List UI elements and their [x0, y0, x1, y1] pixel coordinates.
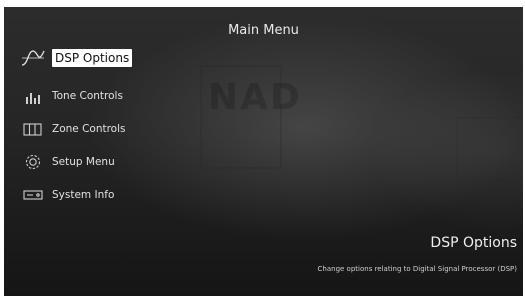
menu-item-setup-menu[interactable]: Setup Menu: [20, 149, 220, 175]
menu-item-label: Zone Controls: [52, 123, 126, 135]
watermark-frame-fragment: [456, 117, 523, 181]
page-title: Main Menu: [228, 23, 299, 38]
zones-icon: [20, 118, 46, 140]
selected-item-title: DSP Options: [430, 235, 517, 251]
nad-logo-text: NAD: [208, 77, 302, 118]
menu-item-system-info[interactable]: System Info: [20, 182, 220, 208]
gear-icon: [20, 151, 46, 173]
main-menu-screen: NAD Main Menu DSP Options Tone Controls …: [4, 7, 523, 296]
selected-item-description: Change options relating to Digital Signa…: [317, 265, 517, 273]
menu-item-tone-controls[interactable]: Tone Controls: [20, 83, 220, 109]
device-icon: [20, 184, 46, 206]
menu-item-label: Tone Controls: [52, 90, 123, 102]
menu-item-label: DSP Options: [52, 49, 133, 67]
waveform-icon: [20, 47, 46, 69]
menu-item-label: Setup Menu: [52, 156, 115, 168]
equalizer-icon: [20, 85, 46, 107]
menu-item-zone-controls[interactable]: Zone Controls: [20, 116, 220, 142]
menu-item-dsp-options[interactable]: DSP Options: [20, 45, 220, 71]
menu-item-label: System Info: [52, 189, 115, 201]
